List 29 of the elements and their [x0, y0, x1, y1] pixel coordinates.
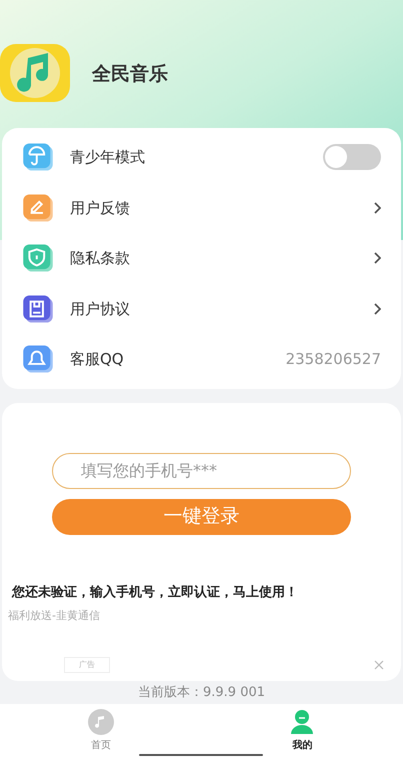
- menu-label: 用户协议: [70, 298, 131, 320]
- person-icon: [290, 709, 314, 735]
- chevron-right-icon: [373, 302, 381, 315]
- tab[interactable]: 首页: [0, 704, 202, 758]
- tab-label: 首页: [90, 739, 111, 753]
- close-icon[interactable]: [374, 660, 384, 670]
- menu-item[interactable]: 用户反馈: [2, 182, 401, 233]
- tab[interactable]: 我的: [202, 704, 403, 758]
- chevron-right-icon: [373, 202, 381, 214]
- menu-item[interactable]: 客服QQ 2358206527: [2, 334, 401, 384]
- app-name: 全民音乐: [92, 62, 168, 87]
- version-text: 当前版本：9.9.9 001: [138, 684, 266, 702]
- menu-item[interactable]: 隐私条款: [2, 233, 401, 284]
- menu-label: 用户反馈: [70, 198, 131, 218]
- menu-label: 隐私条款: [70, 248, 131, 269]
- menu-label: 客服QQ: [70, 349, 125, 370]
- app-logo: [0, 44, 72, 104]
- chevron-right-icon: [373, 252, 381, 264]
- music-note-icon: [88, 709, 114, 735]
- ad-headline: 您还未验证，输入手机号，立即认证，马上使用！: [12, 584, 299, 602]
- tab-label: 我的: [292, 738, 312, 753]
- phone-input[interactable]: 填写您的手机号***: [52, 452, 351, 488]
- ad-badge: 广告: [64, 656, 110, 672]
- ad-source: 福利放送-韭黄通信: [8, 608, 101, 624]
- qq-number: 2358206527: [286, 349, 381, 370]
- menu-label: 青少年模式: [70, 147, 146, 168]
- menu-item[interactable]: 青少年模式: [2, 132, 401, 182]
- toggle-switch[interactable]: [323, 144, 381, 170]
- menu-item[interactable]: 用户协议: [2, 284, 401, 334]
